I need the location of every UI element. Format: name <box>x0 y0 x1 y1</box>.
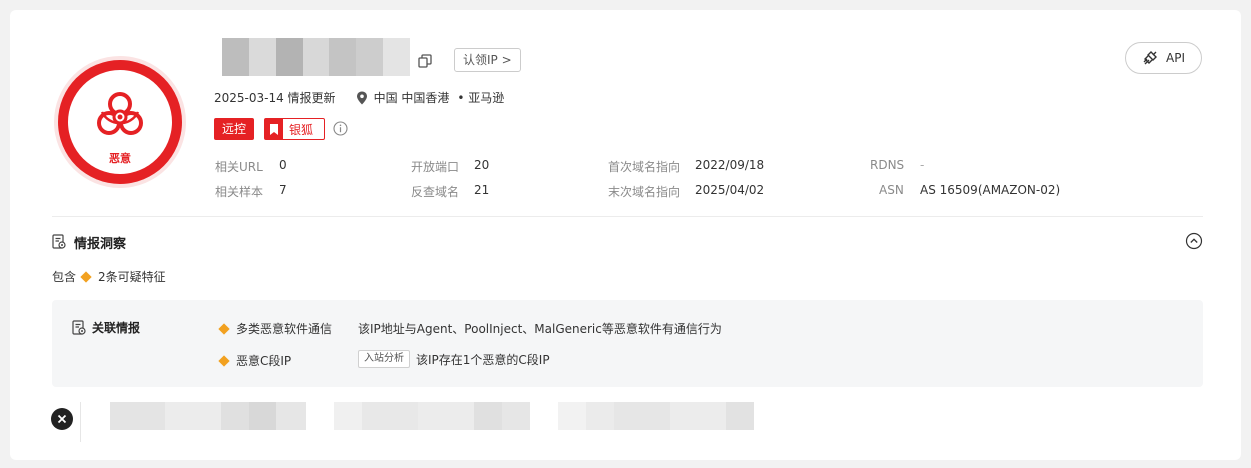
redacted-block <box>110 402 306 444</box>
biohazard-icon <box>97 92 143 135</box>
detail-rdns: RDNS - <box>870 158 925 172</box>
contains-summary: 包含 2条可疑特征 <box>52 270 166 284</box>
redacted-segment <box>383 38 411 76</box>
bookmark-icon <box>265 119 283 139</box>
feature-item: 恶意C段IP <box>218 352 291 369</box>
api-button[interactable]: API <box>1125 42 1202 74</box>
link-plug-icon <box>1143 51 1157 65</box>
ip-address-redacted <box>222 38 411 76</box>
meta-line: 2025-03-14 情报更新 中国 中国香港 • 亚马逊 <box>214 89 504 106</box>
redacted-segment <box>275 38 303 76</box>
detail-asn: ASN AS 16509(AMAZON-02) <box>879 183 1061 197</box>
tag-remote-control[interactable]: 远控 <box>214 118 255 140</box>
api-label: API <box>1166 51 1185 65</box>
verdict-badge: 恶意 <box>54 56 186 188</box>
related-intel-panel: 关联情报 多类恶意软件通信 该IP地址与Agent、PoolInject、Mal… <box>52 300 1203 387</box>
diamond-icon <box>218 322 230 335</box>
feature-item: 多类恶意软件通信 <box>218 320 332 337</box>
feature-desc: 入站分析 该IP存在1个恶意的C段IP <box>358 350 550 368</box>
ip-intel-card: 恶意 认领IP > API 2025-03-14 情报更新 中国 中国香港 • … <box>10 10 1241 460</box>
insight-title: 情报洞察 <box>74 237 127 252</box>
diamond-icon <box>80 270 92 283</box>
tag-silver-fox[interactable]: 银狐 <box>264 118 325 140</box>
copy-icon[interactable] <box>418 54 432 68</box>
detail-related-sample: 相关样本 7 <box>215 183 287 199</box>
report-icon <box>52 234 66 249</box>
detail-related-url: 相关URL 0 <box>215 158 287 174</box>
redacted-segment <box>248 38 276 76</box>
diamond-icon <box>218 354 230 367</box>
verdict-label: 恶意 <box>109 152 131 165</box>
update-date: 2025-03-14 情报更新 <box>214 91 336 105</box>
related-intel-title: 关联情报 <box>92 321 141 335</box>
detail-reverse-domain: 反查域名 21 <box>411 183 490 199</box>
provider-text: • 亚马逊 <box>457 91 505 105</box>
redacted-segment <box>302 38 330 76</box>
location-text: 中国 中国香港 <box>373 91 450 105</box>
redacted-block <box>558 402 754 444</box>
location: 中国 中国香港 • 亚马逊 <box>356 89 505 106</box>
redacted-segment <box>222 38 249 76</box>
close-icon[interactable] <box>51 408 73 430</box>
inbound-analysis-tag[interactable]: 入站分析 <box>358 350 410 368</box>
redacted-segment <box>356 38 384 76</box>
claim-ip-button[interactable]: 认领IP > <box>454 48 521 72</box>
detail-first-domain: 首次域名指向 2022/09/18 <box>608 158 765 174</box>
timeline-line <box>80 402 81 442</box>
redacted-block <box>334 402 530 444</box>
redacted-segment <box>329 38 357 76</box>
info-icon[interactable] <box>333 121 348 136</box>
chevron-up-icon[interactable] <box>1185 232 1203 250</box>
section-divider <box>52 216 1203 217</box>
report-icon <box>72 320 86 335</box>
detail-open-port: 开放端口 20 <box>411 158 490 174</box>
detail-last-domain: 末次域名指向 2025/04/02 <box>608 183 765 199</box>
location-pin-icon <box>356 91 367 104</box>
feature-desc: 该IP地址与Agent、PoolInject、MalGeneric等恶意软件有通… <box>358 322 722 336</box>
tag-silver-fox-label: 银狐 <box>289 122 314 137</box>
